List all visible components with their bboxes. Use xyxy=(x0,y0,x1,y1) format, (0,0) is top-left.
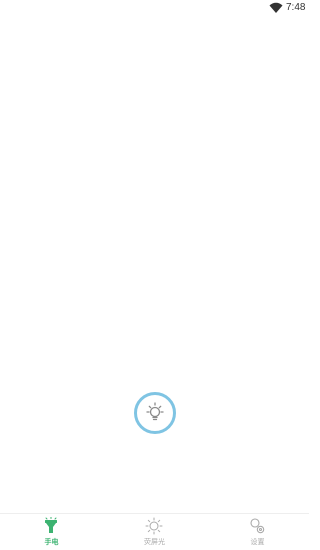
nav-item-settings[interactable]: 设置 xyxy=(206,514,309,550)
nav-item-screen-light[interactable]: 荧屏光 xyxy=(103,514,206,550)
sun-icon xyxy=(145,517,163,535)
nav-label-settings: 设置 xyxy=(250,538,265,546)
nav-label-flashlight: 手电 xyxy=(44,538,59,546)
settings-icon xyxy=(250,518,265,534)
bottom-nav: 手电 荧屏光 设置 xyxy=(0,513,309,550)
nav-item-flashlight[interactable]: 手电 xyxy=(0,514,103,550)
main-content xyxy=(0,16,309,513)
app-screen: 7:48 手电 荧屏光 设置 xyxy=(0,0,309,550)
flashlight-toggle-button[interactable] xyxy=(134,392,176,434)
status-bar: 7:48 xyxy=(0,0,309,16)
flashlight-icon xyxy=(45,517,57,533)
wifi-icon xyxy=(269,2,283,13)
status-time: 7:48 xyxy=(286,2,306,13)
nav-label-screen-light: 荧屏光 xyxy=(144,538,165,546)
lightbulb-icon xyxy=(146,402,164,421)
